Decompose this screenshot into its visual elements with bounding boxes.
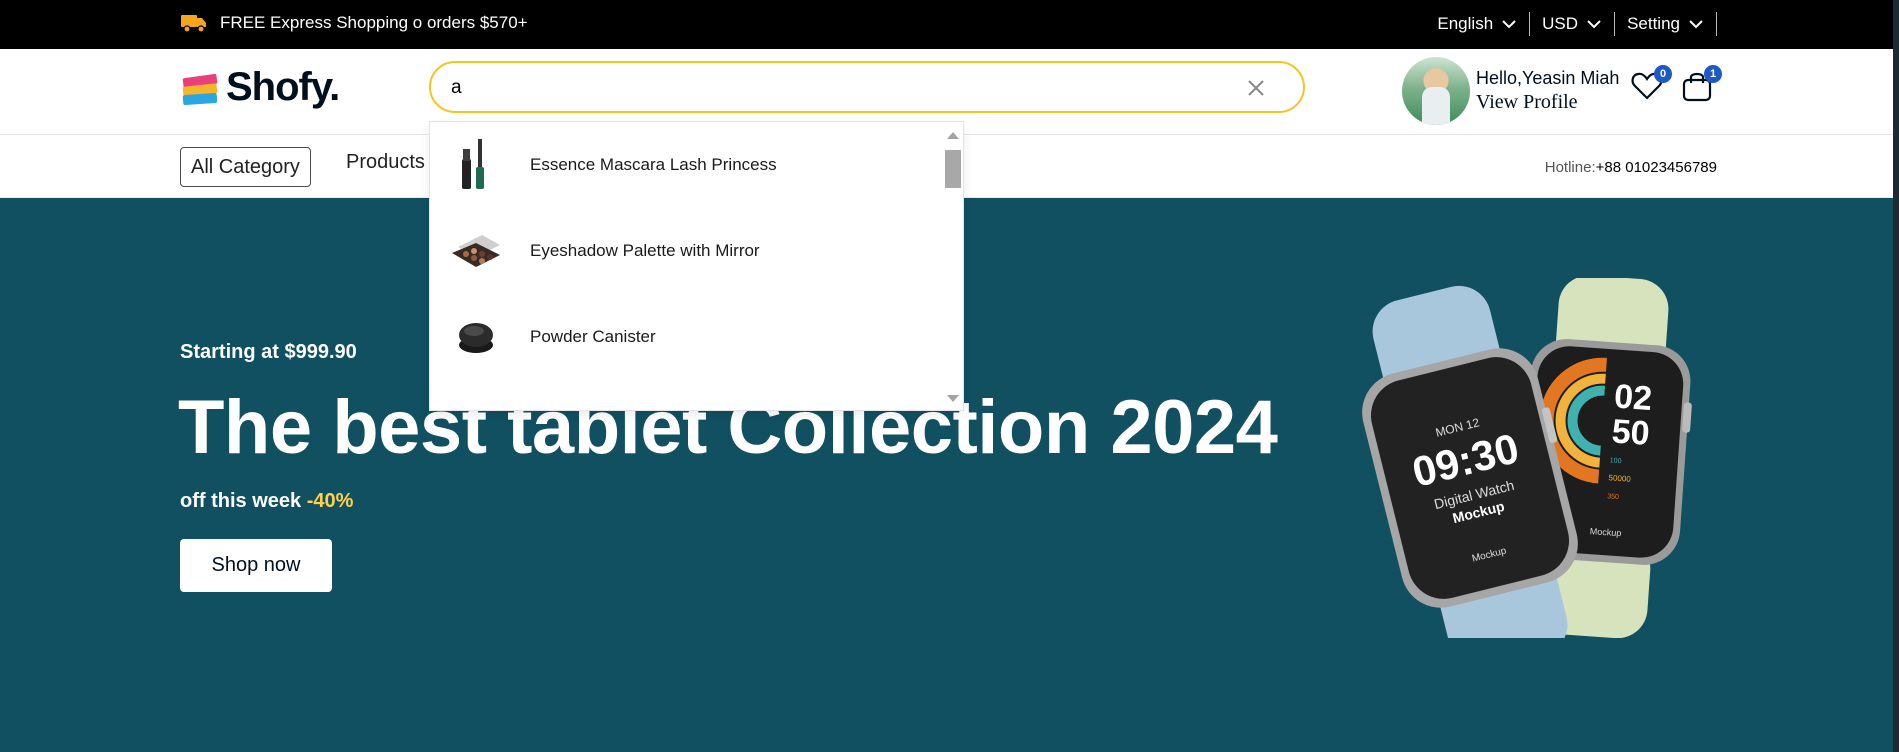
watch-stat-1: 100 <box>1610 457 1622 465</box>
page-scrollbar[interactable] <box>1893 0 1899 752</box>
divider <box>1716 12 1717 36</box>
search-box <box>429 61 1305 113</box>
search-input[interactable] <box>451 75 1231 101</box>
shop-now-button[interactable]: Shop now <box>180 539 332 592</box>
language-label: English <box>1437 14 1494 33</box>
scroll-down-arrow-icon[interactable] <box>947 395 959 402</box>
profile-text: Hello,Yeasin Miah View Profile <box>1476 68 1619 114</box>
promo-text: FREE Express Shopping o orders $570+ <box>220 13 528 32</box>
delivery-truck-icon <box>180 12 208 34</box>
avatar[interactable] <box>1402 57 1470 125</box>
cart-button[interactable]: 1 <box>1680 65 1722 105</box>
currency-label: USD <box>1542 14 1579 33</box>
scroll-up-arrow-icon[interactable] <box>947 132 959 139</box>
view-profile-link[interactable]: View Profile <box>1476 91 1619 114</box>
search-result-item[interactable]: Essence Mascara Lash Princess <box>430 122 945 208</box>
scrollbar-thumb[interactable] <box>945 150 961 188</box>
hotline-number[interactable]: +88 01023456789 <box>1596 159 1717 176</box>
hero-offer-text: off this week <box>180 490 302 512</box>
powder-canister-icon <box>459 323 493 353</box>
nav-item-products[interactable]: Products <box>346 151 425 174</box>
search-result-label: Essence Mascara Lash Princess <box>530 155 777 174</box>
hero-offer: off this week -40% <box>180 490 353 513</box>
chevron-down-icon <box>1587 20 1601 29</box>
top-bar: FREE Express Shopping o orders $570+ Eng… <box>0 0 1899 49</box>
search-result-item[interactable]: Powder Canister <box>430 294 945 380</box>
hotline-label: Hotline: <box>1544 159 1596 176</box>
watch-minute: 50 <box>1611 412 1651 453</box>
logo[interactable]: Shofy. <box>180 65 340 110</box>
promo: FREE Express Shopping o orders $570+ <box>180 12 528 34</box>
search-result-label: Powder Canister <box>530 327 656 346</box>
language-selector[interactable]: English <box>1425 10 1529 38</box>
top-bar-options: English USD Setting <box>1425 10 1717 38</box>
chevron-down-icon <box>1689 20 1703 29</box>
setting-selector[interactable]: Setting <box>1615 10 1716 38</box>
close-icon[interactable] <box>1245 77 1267 99</box>
chevron-down-icon <box>1502 20 1516 29</box>
hero-starting-price: Starting at $999.90 <box>180 341 357 363</box>
app-root: FREE Express Shopping o orders $570+ Eng… <box>0 0 1899 752</box>
watch-steps: 50000 <box>1608 473 1631 484</box>
cart-count-badge: 1 <box>1704 65 1722 83</box>
wishlist-button[interactable]: 0 <box>1630 65 1672 105</box>
shopping-bag-logo-icon <box>182 73 218 105</box>
all-category-button[interactable]: All Category <box>180 147 311 187</box>
smartwatch-image: 02 50 100 50000 350 Mockup MON 12 09:30 … <box>1362 278 1692 638</box>
watch-stat-2: 350 <box>1607 493 1619 501</box>
mascara-icon <box>462 139 484 189</box>
hotline: Hotline:+88 01023456789 <box>1545 159 1717 176</box>
hero-discount: -40% <box>306 490 354 512</box>
logo-text: Shofy. <box>226 65 340 109</box>
user-profile[interactable]: Hello,Yeasin Miah View Profile <box>1402 57 1619 125</box>
wishlist-count-badge: 0 <box>1654 65 1672 83</box>
user-greeting: Hello,Yeasin Miah <box>1476 68 1620 88</box>
search-result-item[interactable]: Eyeshadow Palette with Mirror <box>430 208 945 294</box>
search-results-dropdown: Essence Mascara Lash Princess Eyeshadow … <box>429 121 964 411</box>
dropdown-scrollbar[interactable] <box>943 122 963 410</box>
setting-label: Setting <box>1627 14 1680 33</box>
search-result-label: Eyeshadow Palette with Mirror <box>530 241 760 260</box>
currency-selector[interactable]: USD <box>1530 10 1614 38</box>
eyeshadow-palette-icon <box>452 235 500 267</box>
